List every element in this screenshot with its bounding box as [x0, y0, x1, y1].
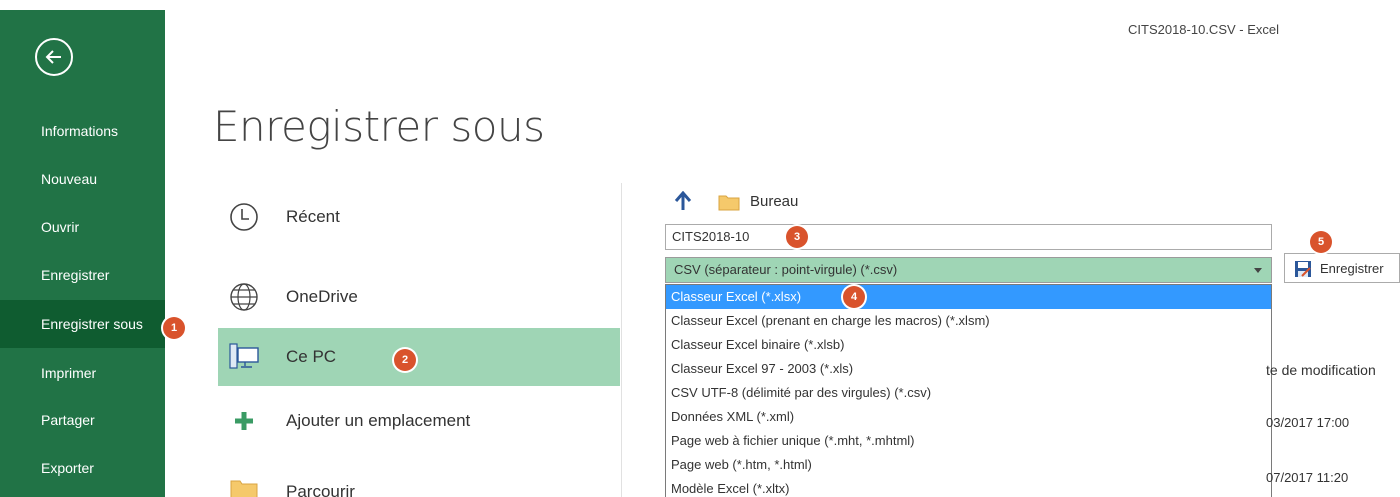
location-recent[interactable]: Récent	[218, 188, 620, 246]
backstage-sidebar: Informations Nouveau Ouvrir Enregistrer …	[0, 10, 165, 497]
window-title: CITS2018-10.CSV - Excel	[1128, 22, 1280, 37]
step-badge-3: 3	[786, 226, 808, 248]
location-label: Ce PC	[286, 347, 337, 366]
breadcrumb-path[interactable]: Bureau	[750, 193, 798, 210]
file-type-option[interactable]: Page web (*.htm, *.html)	[666, 453, 1271, 477]
location-label: OneDrive	[286, 287, 358, 306]
file-type-dropdown: Classeur Excel (*.xlsx) Classeur Excel (…	[665, 284, 1272, 497]
nav-ouvrir[interactable]: Ouvrir	[0, 203, 165, 251]
file-type-option[interactable]: Classeur Excel (*.xlsx)	[666, 285, 1271, 309]
arrow-left-icon	[45, 50, 61, 64]
nav-enregistrer[interactable]: Enregistrer	[0, 251, 165, 299]
file-type-option[interactable]: Page web à fichier unique (*.mht, *.mhtm…	[666, 429, 1271, 453]
file-date: 03/2017 17:00	[1266, 415, 1350, 430]
chevron-down-icon	[1254, 268, 1262, 273]
column-header-date[interactable]: te de modification	[1266, 362, 1376, 378]
plus-icon	[235, 412, 253, 430]
location-ajouter[interactable]: Ajouter un emplacement	[218, 392, 620, 450]
step-badge-4: 4	[843, 286, 865, 308]
step-badge-2: 2	[394, 349, 416, 371]
nav-partager[interactable]: Partager	[0, 396, 165, 444]
folder-icon	[230, 480, 258, 497]
page-title: Enregistrer sous	[213, 102, 545, 151]
file-type-option[interactable]: Classeur Excel (prenant en charge les ma…	[666, 309, 1271, 333]
filename-input[interactable]: CITS2018-10	[665, 224, 1272, 250]
nav-imprimer[interactable]: Imprimer	[0, 349, 165, 397]
location-label: Ajouter un emplacement	[286, 411, 471, 430]
step-badge-1: 1	[163, 317, 185, 339]
location-label: Parcourir	[286, 482, 355, 497]
file-type-option[interactable]: Données XML (*.xml)	[666, 405, 1271, 429]
file-date: 07/2017 11:20	[1266, 470, 1349, 485]
file-type-select[interactable]: CSV (séparateur : point-virgule) (*.csv)	[665, 257, 1272, 283]
file-type-option[interactable]: Classeur Excel binaire (*.xlsb)	[666, 333, 1271, 357]
file-type-option[interactable]: Modèle Excel (*.xltx)	[666, 477, 1271, 497]
nav-exporter[interactable]: Exporter	[0, 444, 165, 492]
up-arrow-icon[interactable]	[674, 191, 692, 211]
back-button[interactable]	[35, 38, 73, 76]
globe-icon	[230, 283, 258, 311]
panel-divider	[621, 183, 622, 497]
location-onedrive[interactable]: OneDrive	[218, 268, 620, 326]
file-type-value: CSV (séparateur : point-virgule) (*.csv)	[674, 262, 898, 277]
clock-icon	[230, 203, 258, 231]
nav-nouveau[interactable]: Nouveau	[0, 155, 165, 203]
save-button-label: Enregistrer	[1320, 261, 1384, 276]
file-type-option[interactable]: Classeur Excel 97 - 2003 (*.xls)	[666, 357, 1271, 381]
file-type-option[interactable]: CSV UTF-8 (délimité par des virgules) (*…	[666, 381, 1271, 405]
nav-informations[interactable]: Informations	[0, 107, 165, 155]
location-parcourir[interactable]: Parcourir	[218, 458, 620, 497]
step-badge-5: 5	[1310, 231, 1332, 253]
nav-enregistrer-sous[interactable]: Enregistrer sous	[0, 300, 165, 348]
save-icon	[1295, 261, 1311, 277]
location-ce-pc[interactable]: Ce PC	[218, 328, 620, 386]
location-label: Récent	[286, 207, 340, 226]
folder-icon	[718, 195, 740, 211]
save-button[interactable]: Enregistrer	[1284, 253, 1400, 283]
computer-icon	[229, 343, 259, 369]
